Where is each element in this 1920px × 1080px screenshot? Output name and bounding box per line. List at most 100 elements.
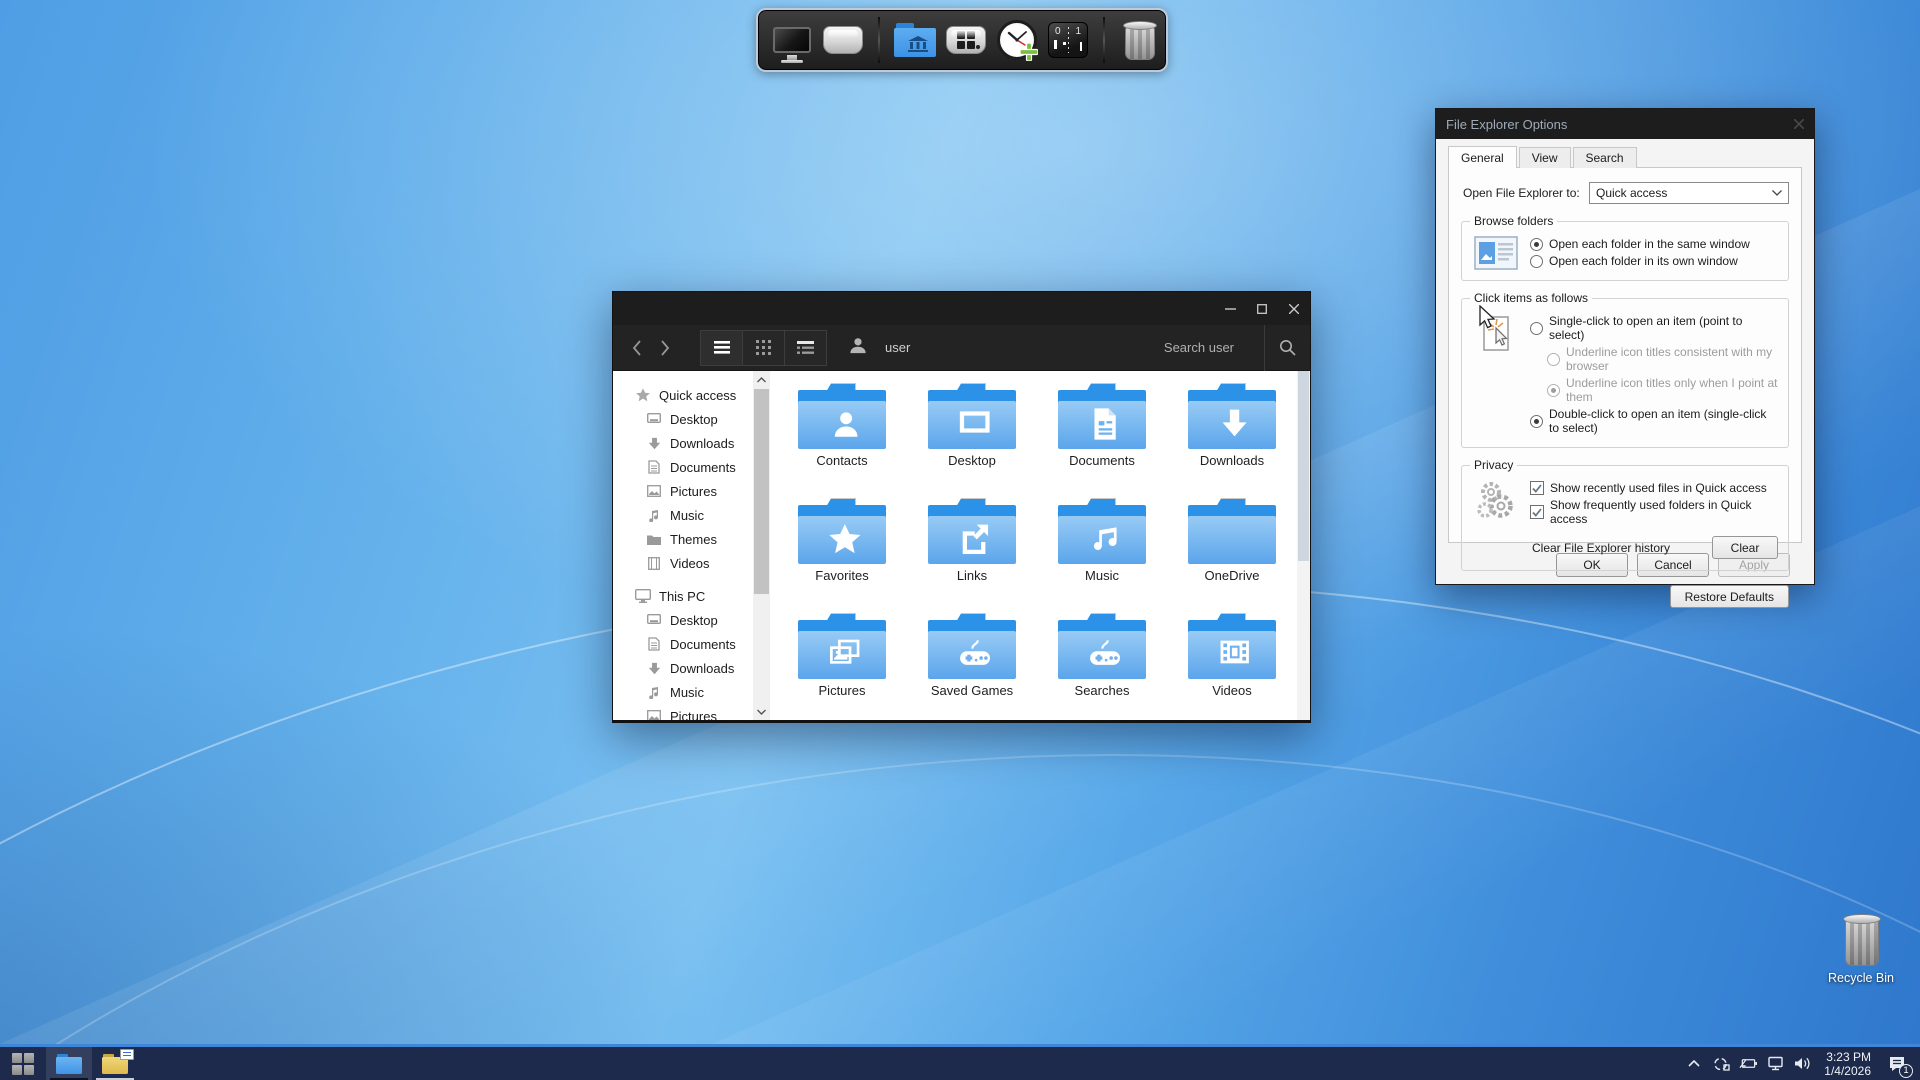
folder-item-saved-games[interactable]: Saved Games	[907, 613, 1037, 720]
folder-item-favorites[interactable]: Favorites	[777, 498, 907, 613]
radio-single-click[interactable]: Single-click to open an item (point to s…	[1530, 314, 1778, 342]
folder-item-desktop[interactable]: Desktop	[907, 383, 1037, 498]
sidebar-item-this-pc[interactable]: This PC	[613, 584, 770, 608]
meet-now-icon[interactable]	[1712, 1055, 1730, 1073]
scroll-down-icon[interactable]	[753, 703, 770, 720]
network-icon[interactable]	[1766, 1055, 1784, 1073]
sidebar-item-pictures-pc[interactable]: Pictures	[613, 704, 770, 720]
scroll-up-icon[interactable]	[753, 371, 770, 388]
folder-item-links[interactable]: Links	[907, 498, 1037, 613]
maximize-icon[interactable]	[1246, 292, 1278, 325]
radio-double-click[interactable]: Double-click to open an item (single-cli…	[1530, 407, 1778, 435]
list-view-icon[interactable]	[700, 330, 743, 366]
taskbar: 3:23 PM 1/4/2026 1	[0, 1044, 1920, 1080]
dialog-title: File Explorer Options	[1446, 117, 1567, 132]
windows-drive-icon[interactable]	[944, 18, 988, 62]
close-icon[interactable]	[1278, 292, 1310, 325]
grid-view-icon[interactable]	[742, 330, 785, 366]
sidebar-item-music-pc[interactable]: Music	[613, 680, 770, 704]
folder-item-searches[interactable]: Searches	[1037, 613, 1167, 720]
radio-same-window[interactable]: Open each folder in the same window	[1530, 237, 1778, 251]
back-icon[interactable]	[627, 338, 647, 358]
sidebar-item-pictures[interactable]: Pictures	[613, 479, 770, 503]
sidebar-item-desktop-pc[interactable]: Desktop	[613, 608, 770, 632]
pictures-icon	[646, 708, 662, 720]
address-location[interactable]: user	[885, 340, 910, 355]
sidebar-item-music[interactable]: Music	[613, 503, 770, 527]
binary-game-icon[interactable]: 01	[1046, 18, 1090, 62]
restore-defaults-button[interactable]: Restore Defaults	[1670, 585, 1789, 608]
taskbar-app-file-explorer-options[interactable]	[92, 1047, 138, 1080]
sidebar-item-label: Downloads	[670, 436, 734, 451]
folder-item-documents[interactable]: Documents	[1037, 383, 1167, 498]
radio-own-window[interactable]: Open each folder in its own window	[1530, 254, 1778, 268]
clear-button[interactable]: Clear	[1712, 536, 1778, 559]
folder-label: Contacts	[816, 453, 867, 468]
recycle-bin-label: Recycle Bin	[1828, 971, 1894, 985]
new-clock-icon[interactable]	[995, 18, 1039, 62]
sidebar-item-documents-pc[interactable]: Documents	[613, 632, 770, 656]
recycle-bin-icon[interactable]: Recycle Bin	[1814, 910, 1908, 985]
taskbar-app-file-explorer[interactable]	[46, 1047, 92, 1080]
sidebar-scrollbar[interactable]	[753, 371, 770, 720]
search-icon[interactable]	[1264, 325, 1310, 371]
sidebar-item-label: Downloads	[670, 661, 734, 676]
minimize-icon[interactable]	[1214, 292, 1246, 325]
tab-view[interactable]: View	[1519, 147, 1571, 168]
folder-item-videos[interactable]: Videos	[1167, 613, 1297, 720]
folder-item-pictures[interactable]: Pictures	[777, 613, 907, 720]
checkbox-recent-files[interactable]: Show recently used files in Quick access	[1530, 481, 1778, 495]
radio-label: Underline icon titles only when I point …	[1566, 376, 1778, 404]
folder-icon	[798, 613, 886, 679]
scrollbar-thumb[interactable]	[1298, 371, 1309, 561]
folder-icon	[798, 498, 886, 564]
tab-general[interactable]: General	[1448, 146, 1517, 168]
computer-icon[interactable]	[770, 18, 814, 62]
privacy-legend: Privacy	[1470, 458, 1517, 472]
gamepad-emblem-icon	[956, 637, 994, 671]
sidebar-item-downloads-pc[interactable]: Downloads	[613, 656, 770, 680]
radio-icon	[1547, 384, 1560, 397]
files-folder-icon[interactable]	[893, 18, 937, 62]
folder-label: Links	[957, 568, 987, 583]
documents-icon	[646, 636, 662, 652]
folder-item-onedrive[interactable]: OneDrive	[1167, 498, 1297, 613]
tab-search[interactable]: Search	[1573, 147, 1637, 168]
sidebar-item-documents[interactable]: Documents	[613, 455, 770, 479]
sidebar-item-desktop[interactable]: Desktop	[613, 407, 770, 431]
music-icon	[646, 684, 662, 700]
action-center-icon[interactable]: 1	[1884, 1053, 1910, 1075]
notification-badge: 1	[1899, 1064, 1913, 1078]
sidebar-item-quick-access[interactable]: Quick access	[613, 383, 770, 407]
taskbar-clock[interactable]: 3:23 PM 1/4/2026	[1824, 1050, 1871, 1078]
drive-icon[interactable]	[821, 18, 865, 62]
folder-item-contacts[interactable]: Contacts	[777, 383, 907, 498]
volume-icon[interactable]	[1793, 1055, 1811, 1073]
dialog-titlebar[interactable]: File Explorer Options	[1436, 109, 1814, 139]
close-icon[interactable]	[1794, 117, 1804, 132]
plus-icon	[1020, 43, 1038, 61]
radio-icon	[1530, 238, 1543, 251]
folder-item-downloads[interactable]: Downloads	[1167, 383, 1297, 498]
monitor-emblem-icon	[958, 407, 992, 437]
sidebar-item-videos[interactable]: Videos	[613, 551, 770, 575]
start-icon[interactable]	[0, 1047, 46, 1080]
folder-label: OneDrive	[1205, 568, 1260, 583]
folder-label: Music	[1085, 568, 1119, 583]
explorer-content: Contacts Desktop	[770, 371, 1310, 720]
sidebar-item-themes[interactable]: Themes	[613, 527, 770, 551]
details-view-icon[interactable]	[784, 330, 827, 366]
desktop-icon	[646, 612, 662, 628]
search-input[interactable]: Search user	[1164, 340, 1234, 355]
folder-item-music[interactable]: Music	[1037, 498, 1167, 613]
scrollbar-thumb[interactable]	[754, 389, 769, 594]
battery-icon[interactable]	[1739, 1055, 1757, 1073]
trash-icon[interactable]	[1118, 18, 1162, 62]
checkbox-frequent-folders[interactable]: Show frequently used folders in Quick ac…	[1530, 498, 1778, 526]
forward-icon[interactable]	[655, 338, 675, 358]
hidden-icons-chevron[interactable]	[1685, 1055, 1703, 1073]
open-to-select[interactable]: Quick access	[1589, 182, 1789, 204]
content-scrollbar[interactable]	[1297, 371, 1310, 720]
sidebar-item-downloads[interactable]: Downloads	[613, 431, 770, 455]
explorer-titlebar[interactable]	[613, 292, 1310, 325]
